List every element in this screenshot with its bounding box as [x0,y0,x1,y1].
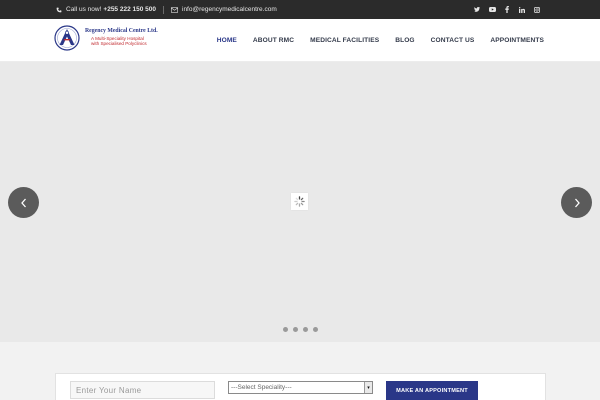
site-logo[interactable]: Regency Medical Centre Ltd. A Multi-Spec… [54,25,170,55]
appointment-section: ---Select Speciality--- ▾ MAKE AN APPOIN… [0,342,600,400]
phone-info: Call us now! +255 222 150 500 [56,6,156,13]
divider [163,5,164,14]
appointment-form: ---Select Speciality--- ▾ MAKE AN APPOIN… [55,373,546,400]
nav-item-contact-us[interactable]: CONTACT US [431,37,475,44]
facebook-icon[interactable] [500,0,514,19]
logo-emblem [54,25,80,51]
select-arrow-icon: ▾ [364,382,372,393]
nav-item-appointments[interactable]: APPOINTMENTS [490,37,544,44]
chevron-left-icon [20,198,26,207]
email-link[interactable]: info@regencymedicalcentre.com [182,6,277,13]
spinner-icon [294,196,305,207]
main-nav: HOME ABOUT RMC MEDICAL FACILITIES BLOG C… [201,19,544,62]
slider-prev-button[interactable] [8,187,39,218]
nav-item-home[interactable]: HOME [217,37,237,44]
envelope-icon [171,6,178,13]
nav-item-blog[interactable]: BLOG [395,37,414,44]
slide-dot-3[interactable] [303,327,308,332]
youtube-icon[interactable] [485,0,499,19]
make-appointment-button[interactable]: MAKE AN APPOINTMENT [386,381,478,400]
speciality-select[interactable]: ---Select Speciality--- ▾ [228,381,373,394]
logo-tagline-secondary: with Specialised Polyclinics [91,41,147,46]
slide-loader [291,193,308,210]
top-bar: Call us now! +255 222 150 500 info@regen… [0,0,600,19]
phone-icon [56,7,62,12]
name-input[interactable] [70,381,215,399]
slider-pagination [283,327,323,332]
email-info: info@regencymedicalcentre.com [171,6,277,13]
chevron-right-icon [574,198,580,207]
social-links [469,0,544,19]
phone-label: Call us now! [66,6,102,13]
speciality-select-value: ---Select Speciality--- [231,384,292,391]
logo-name: Regency Medical Centre Ltd. [85,28,158,34]
slide-dot-2[interactable] [293,327,298,332]
hero-slider [0,62,600,342]
slide-dot-4[interactable] [313,327,318,332]
contact-info: Call us now! +255 222 150 500 info@regen… [56,0,277,19]
slide-dot-1[interactable] [283,327,288,332]
linkedin-icon[interactable] [515,0,529,19]
phone-number[interactable]: +255 222 150 500 [103,6,156,13]
nav-item-medical-facilities[interactable]: MEDICAL FACILITIES [310,37,379,44]
nav-item-about-rmc[interactable]: ABOUT RMC [253,37,294,44]
slider-next-button[interactable] [561,187,592,218]
instagram-icon[interactable] [530,0,544,19]
twitter-icon[interactable] [470,0,484,19]
site-header: Regency Medical Centre Ltd. A Multi-Spec… [0,19,600,62]
